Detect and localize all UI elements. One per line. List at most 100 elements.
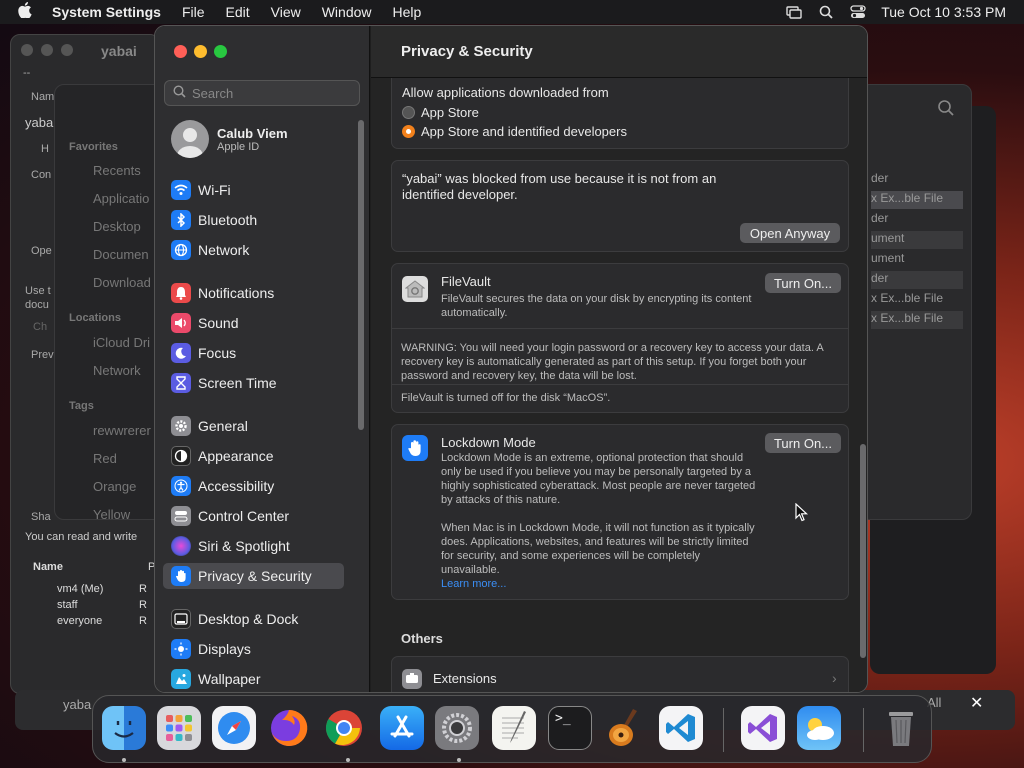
garageband-icon[interactable] xyxy=(603,706,647,750)
content-scrollbar[interactable] xyxy=(860,444,866,658)
bg-row: H xyxy=(41,143,49,155)
radio-app-store-identified-label[interactable]: App Store and identified developers xyxy=(421,124,627,139)
chrome-icon[interactable] xyxy=(322,706,366,750)
sidebar-item-label: Desktop & Dock xyxy=(198,611,299,627)
allow-apps-panel: Allow applications downloaded from App S… xyxy=(391,78,849,149)
lockdown-title: Lockdown Mode xyxy=(441,435,536,450)
sidebar-item-label: Network xyxy=(198,242,250,258)
filevault-turn-on-button[interactable]: Turn On... xyxy=(765,273,841,293)
sidebar-item-general[interactable]: General xyxy=(163,413,344,439)
bg-search-icon xyxy=(937,99,955,120)
apple-id-profile[interactable]: Calub Viem Apple ID xyxy=(171,120,288,158)
zoom-window-button[interactable] xyxy=(214,45,227,58)
finder-icon[interactable] xyxy=(102,706,146,750)
sidebar-item-sound[interactable]: Sound xyxy=(163,310,344,336)
launchpad-icon[interactable] xyxy=(157,706,201,750)
menu-edit[interactable]: Edit xyxy=(226,4,250,20)
terminal-icon[interactable]: >_ xyxy=(548,706,592,750)
radio-app-store-identified[interactable] xyxy=(402,125,415,138)
extensions-row[interactable]: Extensions › xyxy=(391,656,849,692)
sidebar-scrollbar[interactable] xyxy=(358,120,364,430)
finder-item: Orange xyxy=(93,479,137,494)
wifi-icon xyxy=(171,180,191,200)
sidebar-item-focus[interactable]: Focus xyxy=(163,340,344,366)
screen-mirroring-icon[interactable] xyxy=(785,5,803,19)
finder-item: Download xyxy=(93,275,151,290)
sidebar-item-label: Displays xyxy=(198,641,251,657)
sidebar-item-privacy-security[interactable]: Privacy & Security xyxy=(163,563,344,589)
spotlight-search-icon[interactable] xyxy=(817,5,835,19)
bluetooth-icon xyxy=(171,210,191,230)
menu-window[interactable]: Window xyxy=(322,4,372,20)
bg-file-item: ument xyxy=(871,251,905,265)
filevault-title: FileVault xyxy=(441,274,491,289)
visual-studio-icon[interactable] xyxy=(741,706,785,750)
lockdown-turn-on-button[interactable]: Turn On... xyxy=(765,433,841,453)
lockdown-description: Lockdown Mode is an extreme, optional pr… xyxy=(441,452,756,506)
open-anyway-button[interactable]: Open Anyway xyxy=(740,223,840,243)
menu-clock[interactable]: Tue Oct 10 3:53 PM xyxy=(881,4,1006,20)
blocked-message: “yabai” was blocked from use because it … xyxy=(402,171,717,202)
control-center-icon[interactable] xyxy=(849,5,867,19)
sidebar-item-displays[interactable]: Displays xyxy=(163,636,344,662)
close-window-button[interactable] xyxy=(174,45,187,58)
bg-row: Con xyxy=(31,169,52,181)
finder-item: Yellow xyxy=(93,507,131,522)
sidebar-item-siri-spotlight[interactable]: Siri & Spotlight xyxy=(163,533,344,559)
sidebar-item-label: Siri & Spotlight xyxy=(198,538,290,554)
terminal-prompt-glyph: >_ xyxy=(555,711,571,726)
minimize-window-button[interactable] xyxy=(194,45,207,58)
bg-table-row: staff xyxy=(57,599,78,611)
sidebar-item-bluetooth[interactable]: Bluetooth xyxy=(163,207,344,233)
sidebar-item-accessibility[interactable]: Accessibility xyxy=(163,473,344,499)
sidebar-item-label: Accessibility xyxy=(198,478,275,494)
system-settings-icon[interactable] xyxy=(435,706,479,750)
bg-minimize-dot xyxy=(41,44,53,56)
sidebar-item-desktop-dock[interactable]: Desktop & Dock xyxy=(163,606,344,632)
safari-icon[interactable] xyxy=(212,706,256,750)
sidebar-search[interactable] xyxy=(164,80,360,106)
extensions-icon xyxy=(402,669,422,689)
menu-app-name[interactable]: System Settings xyxy=(52,4,161,20)
radio-app-store-label[interactable]: App Store xyxy=(421,105,479,120)
sidebar-item-notifications[interactable]: Notifications xyxy=(163,280,344,306)
lockdown-description-2: When Mac is in Lockdown Mode, it will no… xyxy=(441,522,755,576)
sidebar-item-wallpaper[interactable]: Wallpaper xyxy=(163,666,344,692)
bg-table-perm: R xyxy=(139,615,147,627)
sidebar-item-label: Wi-Fi xyxy=(198,182,231,198)
sidebar-item-appearance[interactable]: Appearance xyxy=(163,443,344,469)
bg-table-row: everyone xyxy=(57,615,103,627)
weather-icon[interactable] xyxy=(797,706,841,750)
radio-app-store[interactable] xyxy=(402,106,415,119)
vscode-icon[interactable] xyxy=(659,706,703,750)
chrome-running-dot xyxy=(346,758,350,762)
finder-section: Favorites xyxy=(69,141,118,153)
bg-bottom-label: yaba xyxy=(63,697,92,712)
sidebar-item-wifi[interactable]: Wi-Fi xyxy=(163,177,344,203)
menu-help[interactable]: Help xyxy=(393,4,422,20)
close-icon[interactable]: ✕ xyxy=(970,693,983,713)
search-icon xyxy=(173,85,186,101)
menu-view[interactable]: View xyxy=(271,4,301,20)
apple-menu-icon[interactable] xyxy=(18,2,38,22)
trash-icon[interactable] xyxy=(879,706,923,750)
app-store-icon[interactable] xyxy=(380,706,424,750)
sidebar-item-control-center[interactable]: Control Center xyxy=(163,503,344,529)
textedit-icon[interactable] xyxy=(492,706,536,750)
accessibility-icon xyxy=(171,476,191,496)
firefox-icon[interactable] xyxy=(267,706,311,750)
bg-row: -- xyxy=(23,67,31,79)
filevault-warning: WARNING: You will need your login passwo… xyxy=(401,342,824,382)
hand-icon xyxy=(171,566,191,586)
sidebar-item-screen-time[interactable]: Screen Time xyxy=(163,370,344,396)
search-input[interactable] xyxy=(192,85,352,101)
bg-table-perm: R xyxy=(139,583,147,595)
sidebar-item-network[interactable]: Network xyxy=(163,237,344,263)
finder-item: rewwrerer xyxy=(93,423,151,438)
bg-zoom-dot xyxy=(61,44,73,56)
bg-row: Sha xyxy=(31,511,51,523)
globe-icon xyxy=(171,240,191,260)
learn-more-link[interactable]: Learn more... xyxy=(441,577,506,591)
finder-item: Red xyxy=(93,451,117,466)
menu-file[interactable]: File xyxy=(182,4,205,20)
